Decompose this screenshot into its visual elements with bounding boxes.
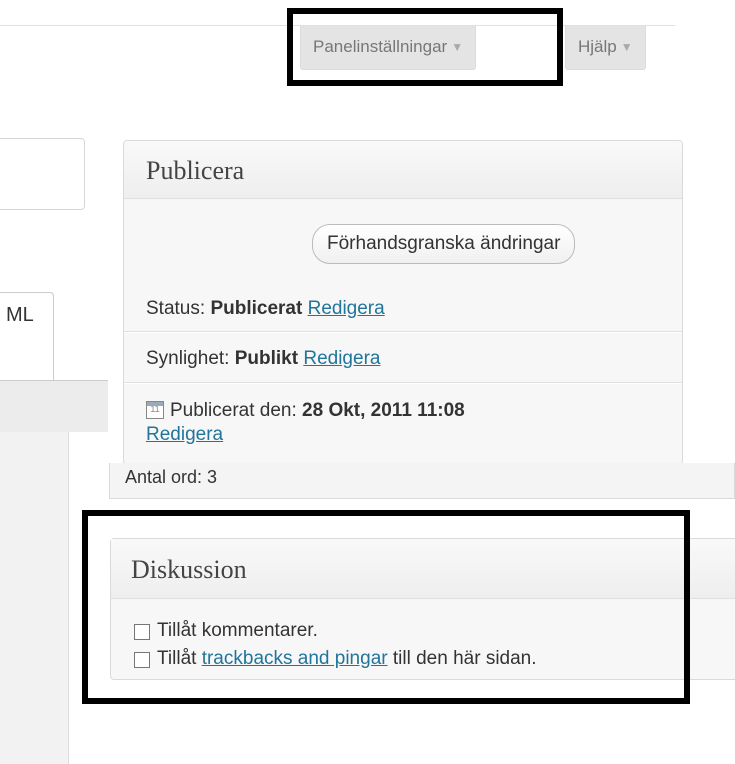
- visibility-value: Publikt: [234, 348, 299, 369]
- status-value: Publicerat: [210, 298, 303, 319]
- edit-published-on-link[interactable]: Redigera: [146, 424, 223, 445]
- chevron-down-icon: ▼: [620, 40, 633, 54]
- calendar-icon: 11: [146, 401, 164, 419]
- help-tab[interactable]: Hjälp ▼: [565, 26, 646, 70]
- editor-area[interactable]: [0, 432, 68, 764]
- publish-title: Publicera: [146, 156, 245, 185]
- edit-published-on-wrap: Redigera: [146, 424, 223, 446]
- tab-html-label: ML: [6, 304, 34, 326]
- published-on-value: 28 Okt, 2011 11:08: [302, 400, 465, 421]
- help-label: Hjälp: [578, 37, 617, 56]
- edit-status-link[interactable]: Redigera: [308, 298, 385, 319]
- word-count: Antal ord: 3: [125, 467, 218, 487]
- published-on-row: Publicerat den: 28 Okt, 2011 11:08: [170, 400, 465, 421]
- highlight-frame-screen-options: [287, 8, 563, 86]
- divider: [124, 383, 682, 384]
- publish-box: Publicera Förhandsgranska ändringar Stat…: [123, 140, 683, 465]
- divider: [124, 332, 682, 333]
- highlight-frame-discussion: [82, 510, 690, 704]
- preview-changes-button[interactable]: Förhandsgranska ändringar: [312, 224, 576, 264]
- edit-visibility-link[interactable]: Redigera: [303, 348, 380, 369]
- visibility-row: Synlighet: Publikt Redigera: [146, 348, 381, 369]
- editor-toolbar: [0, 380, 108, 432]
- title-input[interactable]: [0, 138, 85, 210]
- status-row: Status: Publicerat Redigera: [146, 298, 385, 319]
